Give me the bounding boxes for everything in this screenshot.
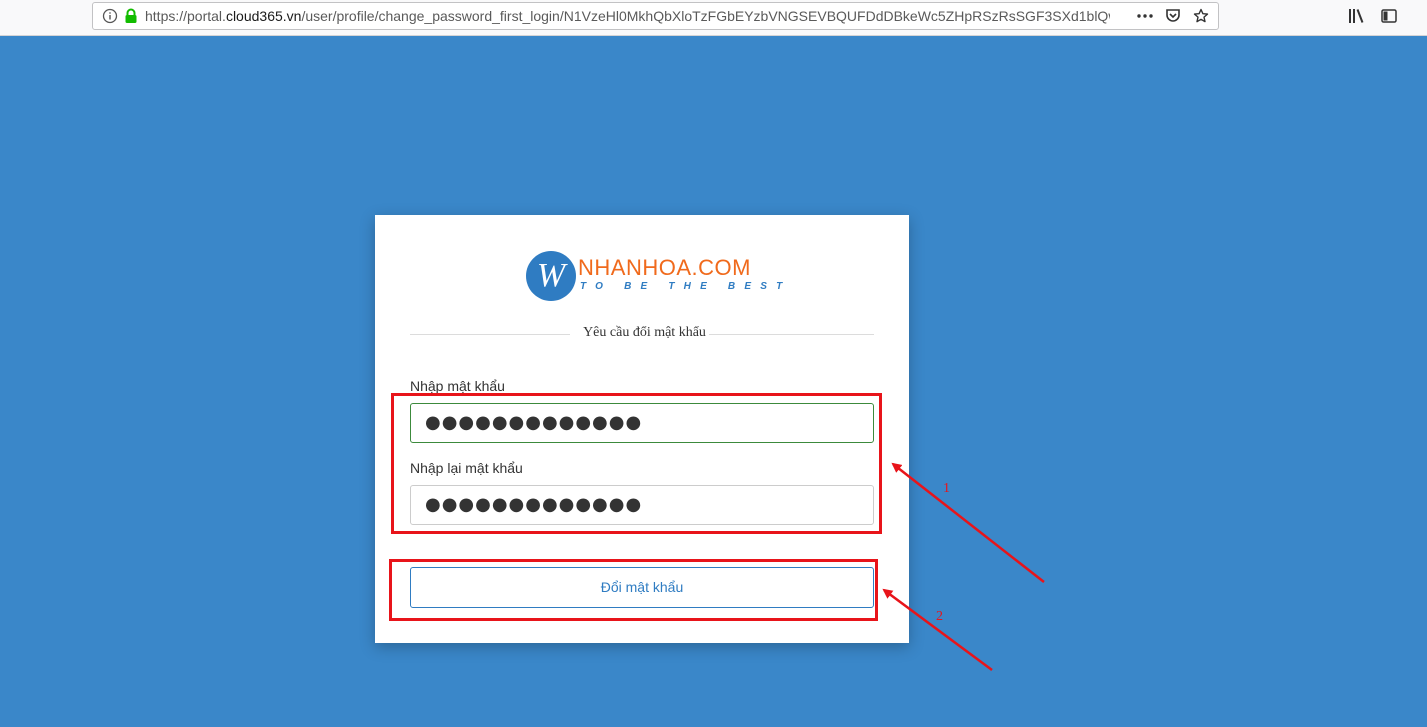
library-icon[interactable] [1347, 6, 1367, 26]
logo-w-icon: W [526, 251, 576, 301]
logo-name: NHANHOA.COM [578, 255, 751, 280]
divider-line-left [410, 334, 570, 335]
info-icon[interactable] [102, 8, 118, 24]
lock-icon[interactable] [123, 8, 139, 24]
password-label: Nhập mật khẩu [410, 378, 505, 394]
url-path: /user/profile/change_password_first_logi… [301, 8, 1110, 24]
sidebar-icon[interactable] [1379, 6, 1399, 26]
divider-line-right [709, 334, 874, 335]
ellipsis-icon[interactable] [1136, 7, 1154, 25]
annotation-box-inputs [391, 393, 882, 534]
star-icon[interactable] [1192, 7, 1210, 25]
nhanhoa-logo: W NHANHOA.COM TO BE THE BEST [526, 249, 782, 305]
pocket-icon[interactable] [1164, 7, 1182, 25]
annotation-label-2: 2 [936, 609, 943, 624]
annotation-label-1: 1 [943, 481, 950, 496]
url-prefix: https://portal. [145, 8, 226, 24]
url-text[interactable]: https://portal.cloud365.vn/user/profile/… [145, 8, 1110, 24]
url-host: cloud365.vn [225, 8, 302, 24]
form-heading-divider: Yêu cầu đổi mật khẩu [410, 325, 874, 343]
annotation-arrow-1 [891, 462, 1045, 583]
annotation-box-button [389, 559, 878, 621]
address-bar[interactable]: https://portal.cloud365.vn/user/profile/… [92, 2, 1219, 30]
browser-toolbar: https://portal.cloud365.vn/user/profile/… [0, 0, 1427, 36]
logo-tagline: TO BE THE BEST [580, 281, 792, 292]
form-heading: Yêu cầu đổi mật khẩu [583, 325, 706, 340]
